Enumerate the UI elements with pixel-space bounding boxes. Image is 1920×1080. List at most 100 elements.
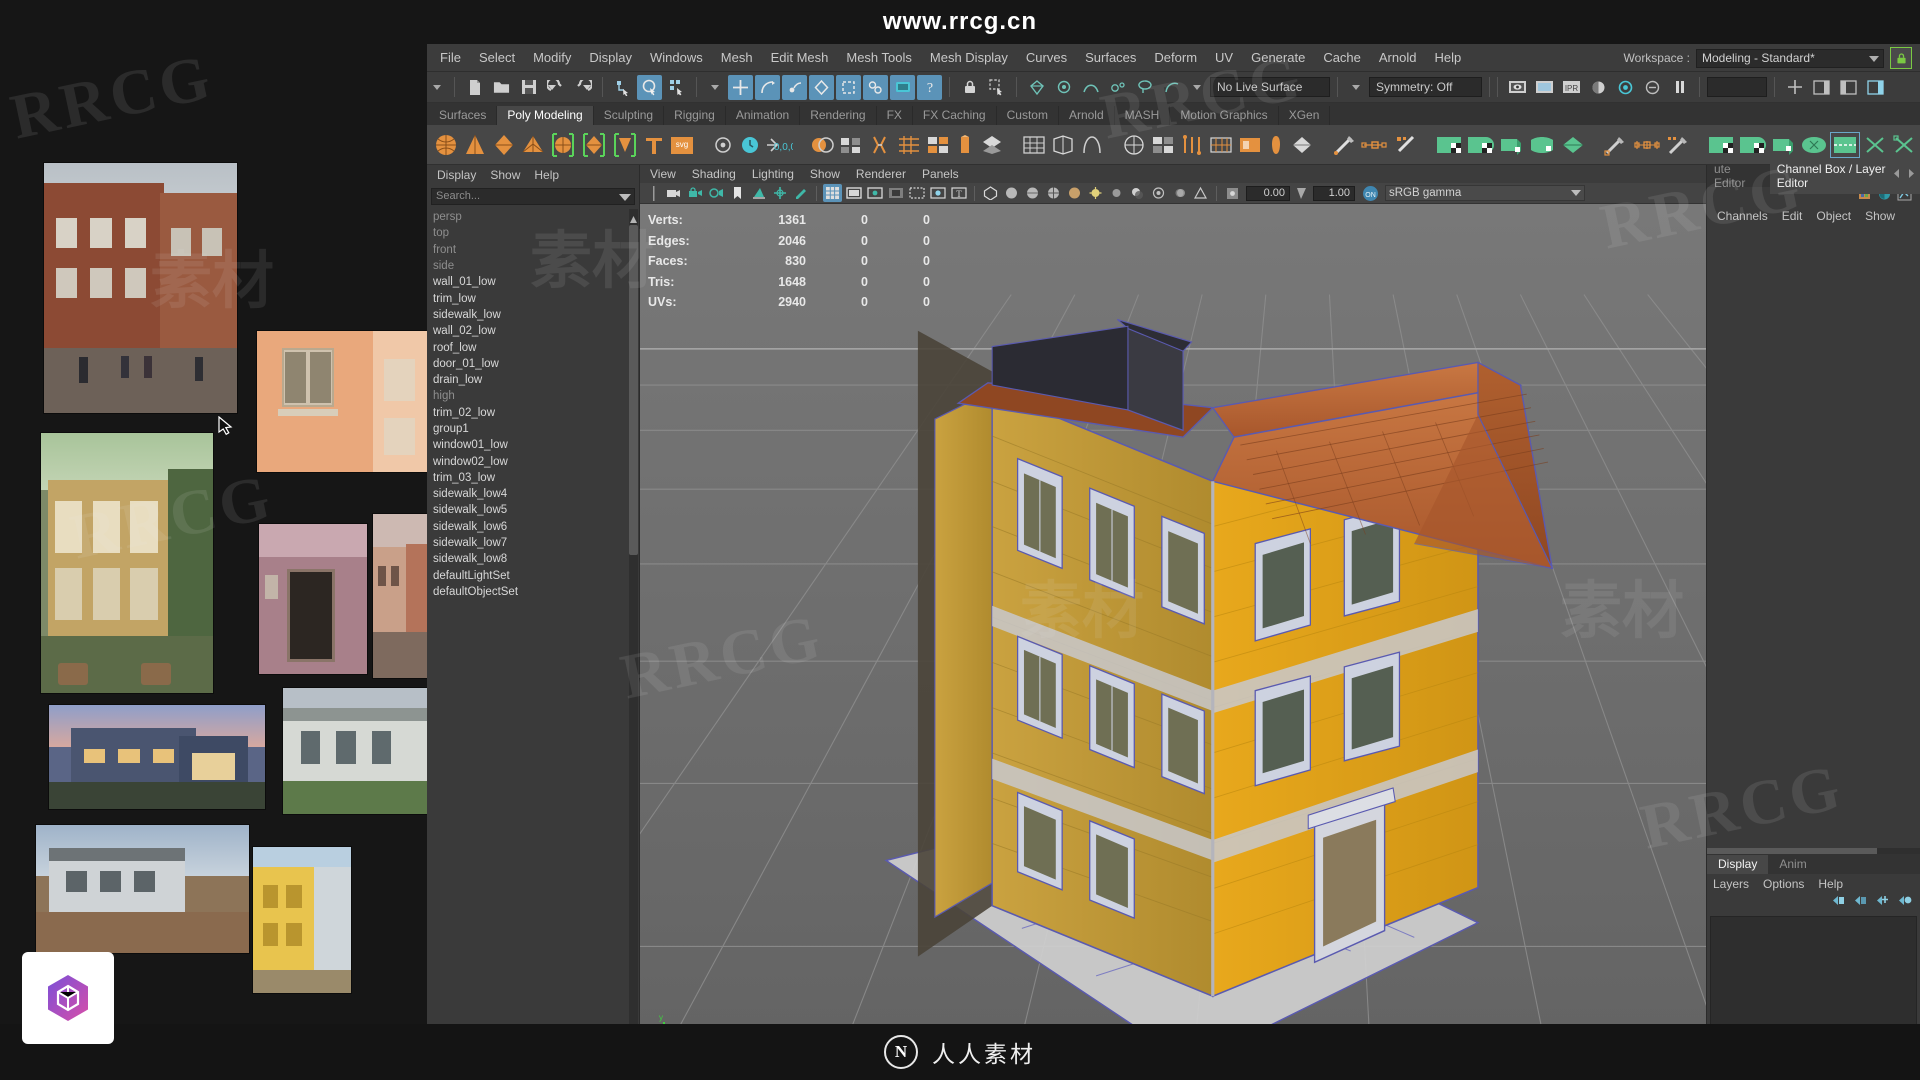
shelf-tab-animation[interactable]: Animation — [726, 106, 801, 125]
render-view-icon[interactable] — [1613, 75, 1638, 100]
outliner-menu-show[interactable]: Show — [490, 168, 520, 182]
outliner-item[interactable]: front — [427, 242, 629, 258]
smooth-shade-icon[interactable] — [1002, 184, 1021, 202]
poly-extrude-icon[interactable] — [611, 130, 639, 160]
ipr-render-icon[interactable] — [1532, 75, 1557, 100]
layer-down-icon[interactable] — [1853, 894, 1868, 912]
outliner-item[interactable]: window02_low — [427, 453, 629, 469]
tweak-select-icon[interactable] — [1159, 75, 1184, 100]
select-camera-icon[interactable] — [665, 184, 684, 202]
use-default-light-icon[interactable] — [1086, 184, 1105, 202]
menu-item-uv[interactable]: UV — [1206, 44, 1242, 72]
outliner-item[interactable]: sidewalk_low — [427, 307, 629, 323]
poly-cylinder-icon[interactable] — [491, 130, 517, 160]
multi-cut-icon[interactable] — [1331, 130, 1357, 160]
poly-remesh-icon[interactable] — [1021, 130, 1047, 160]
workspace-lock-button[interactable] — [1890, 47, 1912, 69]
poly-wedge-icon[interactable] — [925, 130, 951, 160]
snap-expand-arrow-icon[interactable] — [711, 84, 719, 90]
menu-item-mesh[interactable]: Mesh — [712, 44, 762, 72]
show-hide-channel-box-icon[interactable] — [1863, 75, 1888, 100]
viewport-menu-shading[interactable]: Shading — [692, 167, 736, 181]
layer-menu-options[interactable]: Options — [1763, 877, 1804, 891]
poly-sculpt-icon[interactable] — [1266, 130, 1286, 160]
undo-icon[interactable] — [543, 75, 568, 100]
color-space-select[interactable]: sRGB gamma — [1385, 185, 1585, 201]
app-badge[interactable] — [22, 952, 114, 1044]
uv-auto-icon[interactable] — [1466, 130, 1494, 160]
outliner-item[interactable]: high — [427, 388, 629, 404]
wireframe-shading-icon[interactable] — [981, 184, 1000, 202]
select-component-icon[interactable] — [664, 75, 689, 100]
menu-item-display[interactable]: Display — [580, 44, 641, 72]
poly-sphere-icon[interactable] — [433, 130, 459, 160]
poly-separate-icon[interactable] — [580, 130, 608, 160]
poly-cone-icon[interactable] — [462, 130, 488, 160]
shelf-tab-fx-caching[interactable]: FX Caching — [913, 106, 997, 125]
render-settings-icon[interactable]: IPR — [1559, 75, 1584, 100]
select-hierarchy-icon[interactable] — [610, 75, 635, 100]
snap-projected-icon[interactable] — [809, 74, 834, 100]
outliner-item[interactable]: roof_low — [427, 339, 629, 355]
uv-unitize-icon[interactable] — [1891, 130, 1917, 160]
shelf-tab-mash[interactable]: MASH — [1115, 106, 1171, 125]
open-scene-icon[interactable] — [489, 75, 514, 100]
outliner-item[interactable]: sidewalk_low6 — [427, 519, 629, 535]
soft-select-icon[interactable] — [1078, 75, 1103, 100]
camera-attributes-icon[interactable] — [707, 184, 726, 202]
gamma-reset-icon[interactable] — [1292, 184, 1311, 202]
viewport-3d-canvas[interactable]: Verts: 1361 0 0 Edges: 2046 0 0 Faces: 830 0 0 Tris:… — [640, 204, 1706, 1080]
snap-curve-icon[interactable] — [755, 74, 780, 100]
target-weld-icon[interactable] — [1360, 130, 1390, 160]
uv-snap-icon[interactable] — [1632, 130, 1662, 160]
color-management-toggle-icon[interactable]: ON — [1361, 184, 1380, 202]
grid-toggle-icon[interactable] — [823, 184, 842, 202]
scrollbar-thumb[interactable] — [629, 225, 638, 555]
outliner-item[interactable]: group1 — [427, 421, 629, 437]
poly-booleans-icon[interactable] — [809, 130, 835, 160]
lock-selection-icon[interactable] — [957, 75, 982, 100]
shelf-tab-motion-graphics[interactable]: Motion Graphics — [1170, 106, 1279, 125]
shelf-tab-fx[interactable]: FX — [877, 106, 913, 125]
shelf-tab-arnold[interactable]: Arnold — [1059, 106, 1115, 125]
poly-bridge-icon[interactable] — [867, 130, 893, 160]
uv-checker-3-icon[interactable] — [1769, 130, 1797, 160]
house-3d-model[interactable] — [640, 204, 1706, 1080]
symmetry-field[interactable]: Symmetry: Off — [1369, 77, 1482, 97]
uv-transfer-icon[interactable] — [1603, 130, 1629, 160]
poly-soften-icon[interactable] — [1179, 130, 1205, 160]
live-surface-field[interactable]: No Live Surface — [1210, 77, 1330, 97]
shelf-tab-rendering[interactable]: Rendering — [800, 106, 877, 125]
two-d-pan-zoom-icon[interactable] — [770, 184, 789, 202]
uv-layout-icon[interactable] — [1559, 130, 1587, 160]
chevron-down-icon[interactable] — [619, 194, 631, 201]
layer-up-icon[interactable] — [1831, 894, 1846, 912]
xray-mode-icon[interactable] — [1024, 75, 1049, 100]
grease-pencil-icon[interactable] — [791, 184, 810, 202]
uv-cut-icon[interactable] — [1830, 130, 1860, 160]
outliner-item[interactable]: defaultLightSet — [427, 568, 629, 584]
outliner-item[interactable]: persp — [427, 209, 629, 225]
uv-sew-icon[interactable] — [1862, 130, 1888, 160]
shelf-tab-xgen[interactable]: XGen — [1279, 106, 1331, 125]
menu-item-mesh-display[interactable]: Mesh Display — [921, 44, 1017, 72]
select-object-icon[interactable] — [637, 74, 662, 100]
outliner-item[interactable]: defaultObjectSet — [427, 584, 629, 600]
shelf-tab-rigging[interactable]: Rigging — [664, 106, 726, 125]
arnold-render-icon[interactable] — [1640, 75, 1665, 100]
shelf-tab-custom[interactable]: Custom — [997, 106, 1059, 125]
menu-item-curves[interactable]: Curves — [1017, 44, 1076, 72]
motion-blur-icon[interactable] — [1170, 184, 1189, 202]
uv-paint-icon[interactable] — [1665, 130, 1691, 160]
menu-item-mesh-tools[interactable]: Mesh Tools — [837, 44, 921, 72]
texture-display-icon[interactable] — [1065, 184, 1084, 202]
poly-quad-draw-icon[interactable] — [979, 130, 1005, 160]
outliner-menu-help[interactable]: Help — [534, 168, 559, 182]
channel-box-content[interactable] — [1707, 225, 1920, 880]
tab-next-icon[interactable] — [1905, 167, 1918, 183]
scroll-up-icon[interactable] — [630, 211, 637, 223]
menu-item-deform[interactable]: Deform — [1145, 44, 1206, 72]
smooth-shade-all-icon[interactable] — [1023, 184, 1042, 202]
resolution-gate-icon[interactable] — [865, 184, 884, 202]
layer-menu-help[interactable]: Help — [1818, 877, 1843, 891]
